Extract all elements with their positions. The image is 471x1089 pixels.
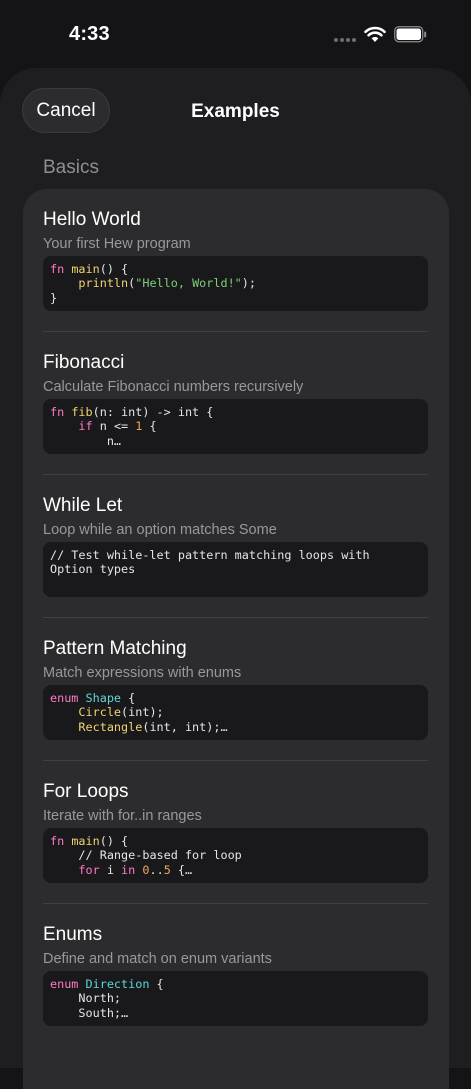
example-description: Iterate with for..in ranges: [43, 808, 202, 824]
code-line: fn fib(n: int) -> int {: [50, 405, 421, 419]
code-token-comment: Option types: [50, 562, 136, 577]
code-token-plain: n…: [50, 433, 122, 448]
code-line: South;…: [50, 1006, 421, 1020]
code-line: Rectangle(int, int);…: [50, 720, 421, 734]
example-description: Calculate Fibonacci numbers recursively: [43, 379, 304, 395]
code-line: println("Hello, World!");: [50, 276, 421, 290]
code-token-keyword: fn: [50, 262, 72, 276]
status-bar: 4:33: [0, 0, 471, 70]
code-token-number: 5: [163, 862, 171, 877]
code-token-plain: {…: [170, 862, 193, 877]
code-token-keyword: if: [78, 419, 93, 434]
code-preview: // Test while-let pattern matching loops…: [43, 542, 428, 597]
code-token-keyword: fn: [50, 834, 72, 848]
example-item-pattern-matching[interactable]: Pattern Matching Match expressions with …: [43, 618, 428, 761]
example-item-fibonacci[interactable]: Fibonacci Calculate Fibonacci numbers re…: [43, 332, 428, 475]
example-description: Your first Hew program: [43, 236, 191, 252]
example-item-while-let[interactable]: While Let Loop while an option matches S…: [43, 475, 428, 618]
sheet-title: Examples: [191, 101, 280, 122]
code-token-type: Shape: [85, 691, 122, 705]
code-line: enum Shape {: [50, 691, 421, 705]
code-token-keyword: enum: [50, 977, 86, 991]
code-token-keyword: fn: [50, 405, 72, 419]
battery-icon: [394, 26, 427, 43]
code-token-keyword: for: [78, 862, 100, 877]
code-token-keyword: in: [121, 862, 136, 877]
code-line: if n <= 1 {: [50, 419, 421, 433]
code-line: for i in 0..5 {…: [50, 863, 421, 877]
code-token-function: Rectangle: [78, 719, 143, 734]
code-token-plain: (int, int);…: [142, 719, 228, 734]
code-preview: enum Shape { Circle(int); Rectangle(int,…: [43, 685, 428, 740]
code-preview: fn fib(n: int) -> int { if n <= 1 { n…: [43, 399, 428, 454]
code-token-plain: ..: [149, 862, 164, 877]
section-header-basics: Basics: [43, 157, 99, 178]
code-token-keyword: enum: [50, 691, 86, 705]
code-token-plain: () {: [99, 834, 129, 848]
code-line: Option types: [50, 562, 421, 576]
example-description: Define and match on enum variants: [43, 951, 272, 967]
code-token-function: Circle: [78, 705, 122, 720]
code-token-plain: {: [149, 977, 164, 991]
example-title: While Let: [43, 495, 123, 516]
examples-sheet: Cancel Examples Basics Hello World Your …: [0, 68, 471, 1089]
code-token-function: main: [71, 262, 100, 276]
example-title: Fibonacci: [43, 352, 125, 373]
code-preview: enum Direction { North; South;…: [43, 971, 428, 1026]
code-token-plain: South;…: [50, 1005, 129, 1020]
code-line: // Range-based for loop: [50, 848, 421, 862]
code-token-plain: n <=: [92, 419, 136, 434]
wifi-icon: [364, 26, 386, 42]
example-title: Pattern Matching: [43, 638, 187, 659]
code-token-function: fib: [71, 405, 93, 419]
example-title: Enums: [43, 924, 103, 945]
code-token-plain: () {: [99, 262, 129, 276]
code-line: North;: [50, 991, 421, 1005]
examples-list: Hello World Your first Hew program fn ma…: [23, 189, 449, 1089]
example-item-for-loops[interactable]: For Loops Iterate with for..in ranges fn…: [43, 761, 428, 904]
example-title: Hello World: [43, 209, 141, 230]
code-line: fn main() {: [50, 834, 421, 848]
code-line: enum Direction {: [50, 977, 421, 991]
code-token-type: Direction: [85, 977, 150, 991]
example-title: For Loops: [43, 781, 129, 802]
code-token-plain: {: [121, 691, 136, 705]
code-line: fn main() {: [50, 262, 421, 276]
signal-dots-icon: [334, 38, 356, 42]
code-line: // Test while-let pattern matching loops…: [50, 548, 421, 562]
status-time: 4:33: [69, 23, 110, 45]
code-token-string: "Hello, World!": [135, 276, 242, 291]
example-item-hello-world[interactable]: Hello World Your first Hew program fn ma…: [43, 189, 428, 332]
code-token-plain: i: [99, 862, 122, 877]
code-line: n…: [50, 434, 421, 448]
code-token-plain: North;: [50, 991, 122, 1006]
example-item-enums[interactable]: Enums Define and match on enum variants …: [43, 904, 428, 1047]
code-token-function: main: [71, 834, 100, 848]
example-description: Loop while an option matches Some: [43, 522, 277, 538]
code-token-plain: {: [142, 419, 157, 434]
code-preview: fn main() { println("Hello, World!");}: [43, 256, 428, 311]
code-token-comment: // Range-based for loop: [78, 848, 242, 863]
code-token-plain: }: [50, 290, 58, 305]
code-line: }: [50, 291, 421, 305]
code-token-comment: // Test while-let pattern matching loops…: [50, 548, 370, 562]
code-token-function: println: [78, 276, 129, 291]
code-preview: fn main() { // Range-based for loop for …: [43, 828, 428, 883]
code-token-plain: (n: int) -> int {: [92, 405, 214, 419]
code-token-plain: );: [241, 276, 257, 291]
code-token-plain: (int);: [121, 705, 164, 720]
code-line: Circle(int);: [50, 705, 421, 719]
example-description: Match expressions with enums: [43, 665, 242, 681]
